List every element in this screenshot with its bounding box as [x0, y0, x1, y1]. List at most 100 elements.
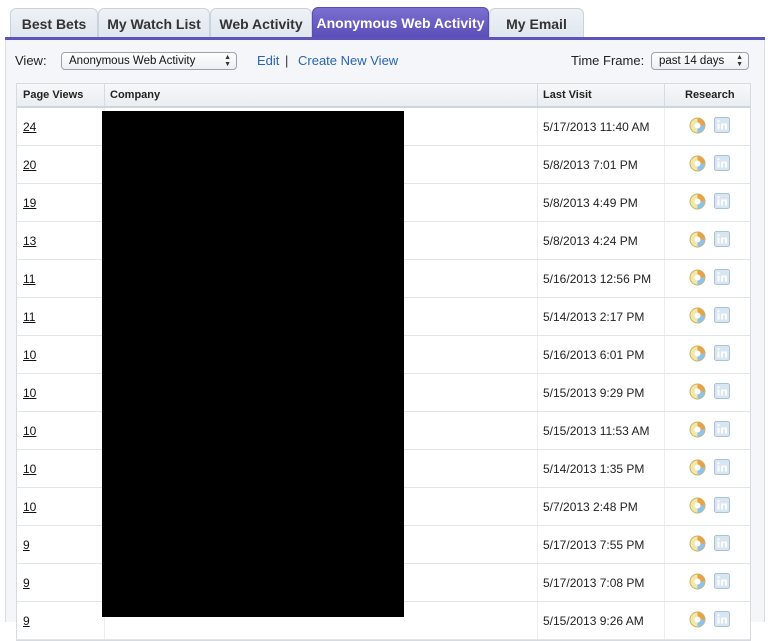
column-divider [104, 84, 105, 106]
last-visit-value: 5/7/2013 2:48 PM [543, 500, 638, 514]
last-visit-value: 5/15/2013 9:26 AM [543, 614, 644, 628]
linkedin-icon[interactable] [714, 193, 730, 209]
data-com-icon[interactable] [689, 611, 706, 628]
column-divider [664, 108, 665, 145]
column-divider [664, 412, 665, 449]
page-views-link[interactable]: 19 [23, 196, 36, 210]
page-views-link[interactable]: 11 [23, 272, 35, 286]
data-com-icon[interactable] [689, 497, 706, 514]
view-select-value: Anonymous Web Activity [69, 55, 196, 67]
linkedin-icon[interactable] [714, 573, 730, 589]
last-visit-value: 5/8/2013 4:24 PM [543, 234, 638, 248]
edit-link[interactable]: Edit [257, 53, 279, 68]
data-com-icon[interactable] [689, 421, 706, 438]
link-separator: | [285, 53, 289, 68]
data-com-icon[interactable] [689, 269, 706, 286]
page-views-link[interactable]: 10 [23, 462, 36, 476]
data-com-icon[interactable] [689, 535, 706, 552]
page-views-link[interactable]: 10 [23, 386, 36, 400]
column-divider [537, 450, 538, 487]
page-views-link[interactable]: 9 [23, 576, 30, 590]
page-views-link[interactable]: 10 [23, 348, 36, 362]
redacted-company-block [102, 111, 404, 617]
page-views-link[interactable]: 10 [23, 500, 36, 514]
column-divider [664, 84, 665, 106]
column-divider [537, 488, 538, 525]
page-views-link[interactable]: 11 [23, 310, 35, 324]
header-last-visit[interactable]: Last Visit [543, 89, 592, 101]
column-divider [537, 260, 538, 297]
data-com-icon[interactable] [689, 117, 706, 134]
column-divider [537, 84, 538, 106]
tab-my-email[interactable]: My Email [489, 8, 584, 38]
linkedin-icon[interactable] [714, 459, 730, 475]
view-label: View: [15, 53, 47, 68]
time-frame-select[interactable]: past 14 days ▲ ▼ [651, 52, 749, 70]
create-new-view-link[interactable]: Create New View [298, 53, 398, 68]
last-visit-value: 5/14/2013 2:17 PM [543, 310, 645, 324]
column-divider [537, 336, 538, 373]
column-divider [664, 336, 665, 373]
column-divider [664, 146, 665, 183]
page-views-link[interactable]: 20 [23, 158, 36, 172]
data-com-icon[interactable] [689, 459, 706, 476]
linkedin-icon[interactable] [714, 345, 730, 361]
time-frame-select-value: past 14 days [659, 55, 725, 67]
column-divider [537, 526, 538, 563]
linkedin-icon[interactable] [714, 611, 730, 627]
data-com-icon[interactable] [689, 573, 706, 590]
linkedin-icon[interactable] [714, 117, 730, 133]
last-visit-value: 5/8/2013 7:01 PM [543, 158, 638, 172]
column-divider [664, 260, 665, 297]
data-com-icon[interactable] [689, 231, 706, 248]
last-visit-value: 5/15/2013 11:53 AM [543, 424, 650, 438]
data-com-icon[interactable] [689, 155, 706, 172]
page-views-link[interactable]: 24 [23, 120, 36, 134]
tab-my-watch-list[interactable]: My Watch List [98, 8, 210, 38]
page-views-link[interactable]: 9 [23, 538, 30, 552]
last-visit-value: 5/17/2013 7:08 PM [543, 576, 645, 590]
header-company[interactable]: Company [110, 89, 160, 101]
page-views-link[interactable]: 13 [23, 234, 36, 248]
tab-bar: Best Bets My Watch List Web Activity Ano… [0, 0, 768, 40]
column-divider [664, 222, 665, 259]
column-divider [537, 298, 538, 335]
data-com-icon[interactable] [689, 307, 706, 324]
linkedin-icon[interactable] [714, 421, 730, 437]
column-divider [537, 222, 538, 259]
last-visit-value: 5/15/2013 9:29 PM [543, 386, 645, 400]
linkedin-icon[interactable] [714, 535, 730, 551]
data-com-icon[interactable] [689, 193, 706, 210]
column-divider [664, 602, 665, 639]
last-visit-value: 5/17/2013 11:40 AM [543, 120, 650, 134]
tab-web-activity[interactable]: Web Activity [210, 8, 312, 38]
view-select[interactable]: Anonymous Web Activity ▲ ▼ [61, 52, 237, 70]
linkedin-icon[interactable] [714, 383, 730, 399]
column-divider [664, 374, 665, 411]
linkedin-icon[interactable] [714, 307, 730, 323]
header-page-views[interactable]: Page Views [23, 89, 83, 101]
linkedin-icon[interactable] [714, 269, 730, 285]
table-header: Page Views Company Last Visit Research [17, 84, 750, 108]
data-com-icon[interactable] [689, 383, 706, 400]
linkedin-icon[interactable] [714, 231, 730, 247]
header-research: Research [685, 89, 735, 101]
tab-anonymous-web-activity[interactable]: Anonymous Web Activity [312, 7, 489, 38]
last-visit-value: 5/16/2013 12:56 PM [543, 272, 652, 286]
linkedin-icon[interactable] [714, 155, 730, 171]
column-divider [664, 526, 665, 563]
column-divider [537, 602, 538, 639]
tab-best-bets[interactable]: Best Bets [10, 8, 98, 38]
column-divider [664, 450, 665, 487]
time-frame-label: Time Frame: [571, 53, 645, 68]
column-divider [537, 146, 538, 183]
data-com-icon[interactable] [689, 345, 706, 362]
page-views-link[interactable]: 10 [23, 424, 36, 438]
column-divider [664, 488, 665, 525]
last-visit-value: 5/17/2013 7:55 PM [543, 538, 645, 552]
linkedin-icon[interactable] [714, 497, 730, 513]
page-views-link[interactable]: 9 [23, 614, 30, 628]
last-visit-value: 5/16/2013 6:01 PM [543, 348, 645, 362]
last-visit-value: 5/8/2013 4:49 PM [543, 196, 638, 210]
column-divider [664, 184, 665, 221]
